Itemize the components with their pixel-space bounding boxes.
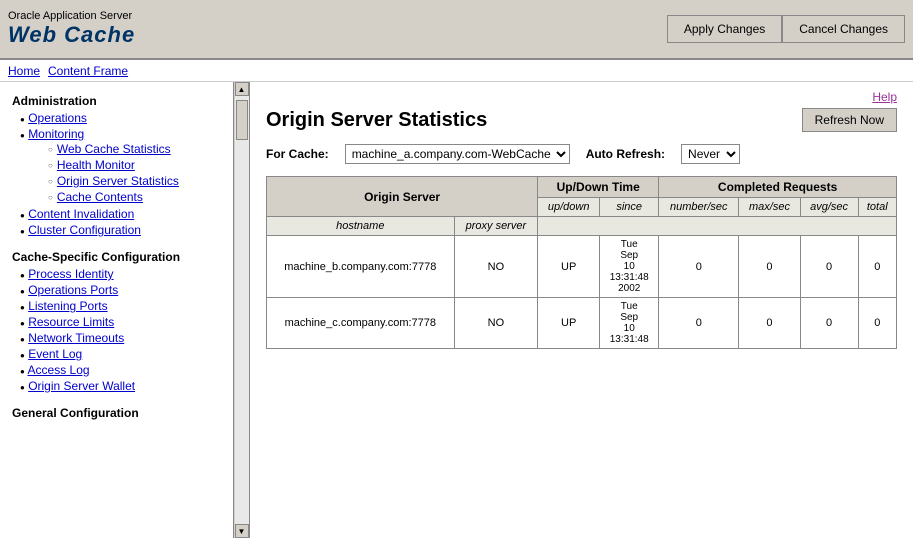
scroll-thumb[interactable] xyxy=(236,100,248,140)
cluster-configuration-link[interactable]: Cluster Configuration xyxy=(28,223,141,237)
sidebar-item-event-log: ● Event Log xyxy=(4,346,229,362)
subh-max-sec: max/sec xyxy=(739,198,800,217)
web-cache-statistics-link[interactable]: Web Cache Statistics xyxy=(57,142,171,156)
td-since: TueSep1013:31:48 xyxy=(600,298,659,349)
sidebar-item-process-identity: ● Process Identity xyxy=(4,266,229,282)
sidebar-item-operations-ports: ● Operations Ports xyxy=(4,282,229,298)
subh-updown: up/down xyxy=(538,198,600,217)
td-proxy-server: NO xyxy=(454,236,538,298)
auto-refresh-label: Auto Refresh: xyxy=(586,147,665,161)
health-monitor-link[interactable]: Health Monitor xyxy=(57,158,135,172)
td-updown: UP xyxy=(538,298,600,349)
nav-bar: Home Content Frame xyxy=(0,60,913,82)
subh-total: total xyxy=(858,198,896,217)
listening-ports-link[interactable]: Listening Ports xyxy=(28,299,107,313)
stats-tbody: machine_b.company.com:7778 NO UP TueSep1… xyxy=(267,236,897,349)
help-link[interactable]: Help xyxy=(266,90,897,104)
content-area[interactable]: Help Origin Server Statistics Refresh No… xyxy=(250,82,913,538)
for-cache-label: For Cache: xyxy=(266,147,329,161)
sidebar-item-listening-ports: ● Listening Ports xyxy=(4,298,229,314)
td-since: TueSep1013:31:482002 xyxy=(600,236,659,298)
sidebar-item-access-log: ● Access Log xyxy=(4,362,229,378)
cache-config-list: ● Process Identity ● Operations Ports ● … xyxy=(4,266,229,394)
sidebar-item-network-timeouts: ● Network Timeouts xyxy=(4,330,229,346)
sidebar-wrapper: Administration ● Operations ● Monitoring… xyxy=(0,82,250,538)
monitoring-link[interactable]: Monitoring xyxy=(28,127,84,141)
apply-changes-button[interactable]: Apply Changes xyxy=(667,15,782,43)
stats-table: Origin Server Up/Down Time Completed Req… xyxy=(266,176,897,349)
sidebar-item-origin-server-statistics: ○ Origin Server Statistics xyxy=(20,173,221,189)
td-avg-sec: 0 xyxy=(800,236,858,298)
header-title-top: Oracle Application Server xyxy=(8,10,135,22)
cancel-changes-button[interactable]: Cancel Changes xyxy=(782,15,905,43)
auto-refresh-select[interactable]: Never xyxy=(681,144,740,164)
col-completed-requests: Completed Requests xyxy=(659,177,897,198)
scroll-down-arrow[interactable]: ▼ xyxy=(235,524,249,538)
origin-server-statistics-link[interactable]: Origin Server Statistics xyxy=(57,174,179,188)
content-invalidation-link[interactable]: Content Invalidation xyxy=(28,207,134,221)
event-log-link[interactable]: Event Log xyxy=(28,347,82,361)
content-inner: Help Origin Server Statistics Refresh No… xyxy=(250,82,913,357)
main-layout: Administration ● Operations ● Monitoring… xyxy=(0,82,913,538)
cache-contents-link[interactable]: Cache Contents xyxy=(57,190,143,204)
td-max-sec: 0 xyxy=(739,298,800,349)
td-max-sec: 0 xyxy=(739,236,800,298)
header-title-main: Web Cache xyxy=(8,22,135,48)
sidebar: Administration ● Operations ● Monitoring… xyxy=(0,82,233,538)
sidebar-item-cluster-configuration: ● Cluster Configuration xyxy=(4,222,229,238)
subh-number-sec: number/sec xyxy=(659,198,739,217)
operations-ports-link[interactable]: Operations Ports xyxy=(28,283,118,297)
content-frame-link[interactable]: Content Frame xyxy=(48,64,128,78)
cache-select[interactable]: machine_a.company.com-WebCache xyxy=(345,144,570,164)
td-avg-sec: 0 xyxy=(800,298,858,349)
subh-since: since xyxy=(600,198,659,217)
td-hostname: machine_c.company.com:7778 xyxy=(267,298,455,349)
sidebar-scrollbar[interactable]: ▲ ▼ xyxy=(233,82,249,538)
sidebar-item-monitoring: ● Monitoring ○ Web Cache Statistics ○ He… xyxy=(4,126,229,206)
table-row: machine_c.company.com:7778 NO UP TueSep1… xyxy=(267,298,897,349)
sidebar-item-web-cache-statistics: ○ Web Cache Statistics xyxy=(20,141,221,157)
general-config-section-title: General Configuration xyxy=(4,402,229,422)
col-origin-server: Origin Server xyxy=(267,177,538,217)
td-proxy-server: NO xyxy=(454,298,538,349)
sidebar-item-origin-server-wallet: ● Origin Server Wallet xyxy=(4,378,229,394)
network-timeouts-link[interactable]: Network Timeouts xyxy=(28,331,124,345)
td-total: 0 xyxy=(858,298,896,349)
process-identity-link[interactable]: Process Identity xyxy=(28,267,113,281)
subh-hostname: hostname xyxy=(267,217,455,236)
operations-link[interactable]: Operations xyxy=(28,111,87,125)
refresh-now-button[interactable]: Refresh Now xyxy=(802,108,897,132)
sidebar-item-content-invalidation: ● Content Invalidation xyxy=(4,206,229,222)
sidebar-item-cache-contents: ○ Cache Contents xyxy=(20,189,221,205)
cache-config-section-title: Cache-Specific Configuration xyxy=(4,246,229,266)
home-link[interactable]: Home xyxy=(8,64,40,78)
page-title: Origin Server Statistics xyxy=(266,109,487,132)
td-number-sec: 0 xyxy=(659,298,739,349)
scroll-track[interactable] xyxy=(235,96,249,524)
header: Oracle Application Server Web Cache Appl… xyxy=(0,0,913,60)
monitoring-sublist: ○ Web Cache Statistics ○ Health Monitor … xyxy=(20,141,221,205)
sidebar-item-health-monitor: ○ Health Monitor xyxy=(20,157,221,173)
page-heading-row: Origin Server Statistics Refresh Now xyxy=(266,108,897,132)
resource-limits-link[interactable]: Resource Limits xyxy=(28,315,114,329)
access-log-link[interactable]: Access Log xyxy=(28,363,90,377)
td-number-sec: 0 xyxy=(659,236,739,298)
filter-row: For Cache: machine_a.company.com-WebCach… xyxy=(266,144,897,164)
subh-avg-sec: avg/sec xyxy=(800,198,858,217)
origin-server-wallet-link[interactable]: Origin Server Wallet xyxy=(28,379,135,393)
admin-section-title: Administration xyxy=(4,90,229,110)
table-row: machine_b.company.com:7778 NO UP TueSep1… xyxy=(267,236,897,298)
sidebar-item-operations: ● Operations xyxy=(4,110,229,126)
sidebar-item-resource-limits: ● Resource Limits xyxy=(4,314,229,330)
col-updown-time: Up/Down Time xyxy=(538,177,659,198)
header-actions: Apply Changes Cancel Changes xyxy=(667,15,905,43)
scroll-up-arrow[interactable]: ▲ xyxy=(235,82,249,96)
header-branding: Oracle Application Server Web Cache xyxy=(8,10,135,48)
td-total: 0 xyxy=(858,236,896,298)
td-hostname: machine_b.company.com:7778 xyxy=(267,236,455,298)
td-updown: UP xyxy=(538,236,600,298)
subh-proxy-server: proxy server xyxy=(454,217,538,236)
admin-list: ● Operations ● Monitoring ○ Web Cache St… xyxy=(4,110,229,238)
